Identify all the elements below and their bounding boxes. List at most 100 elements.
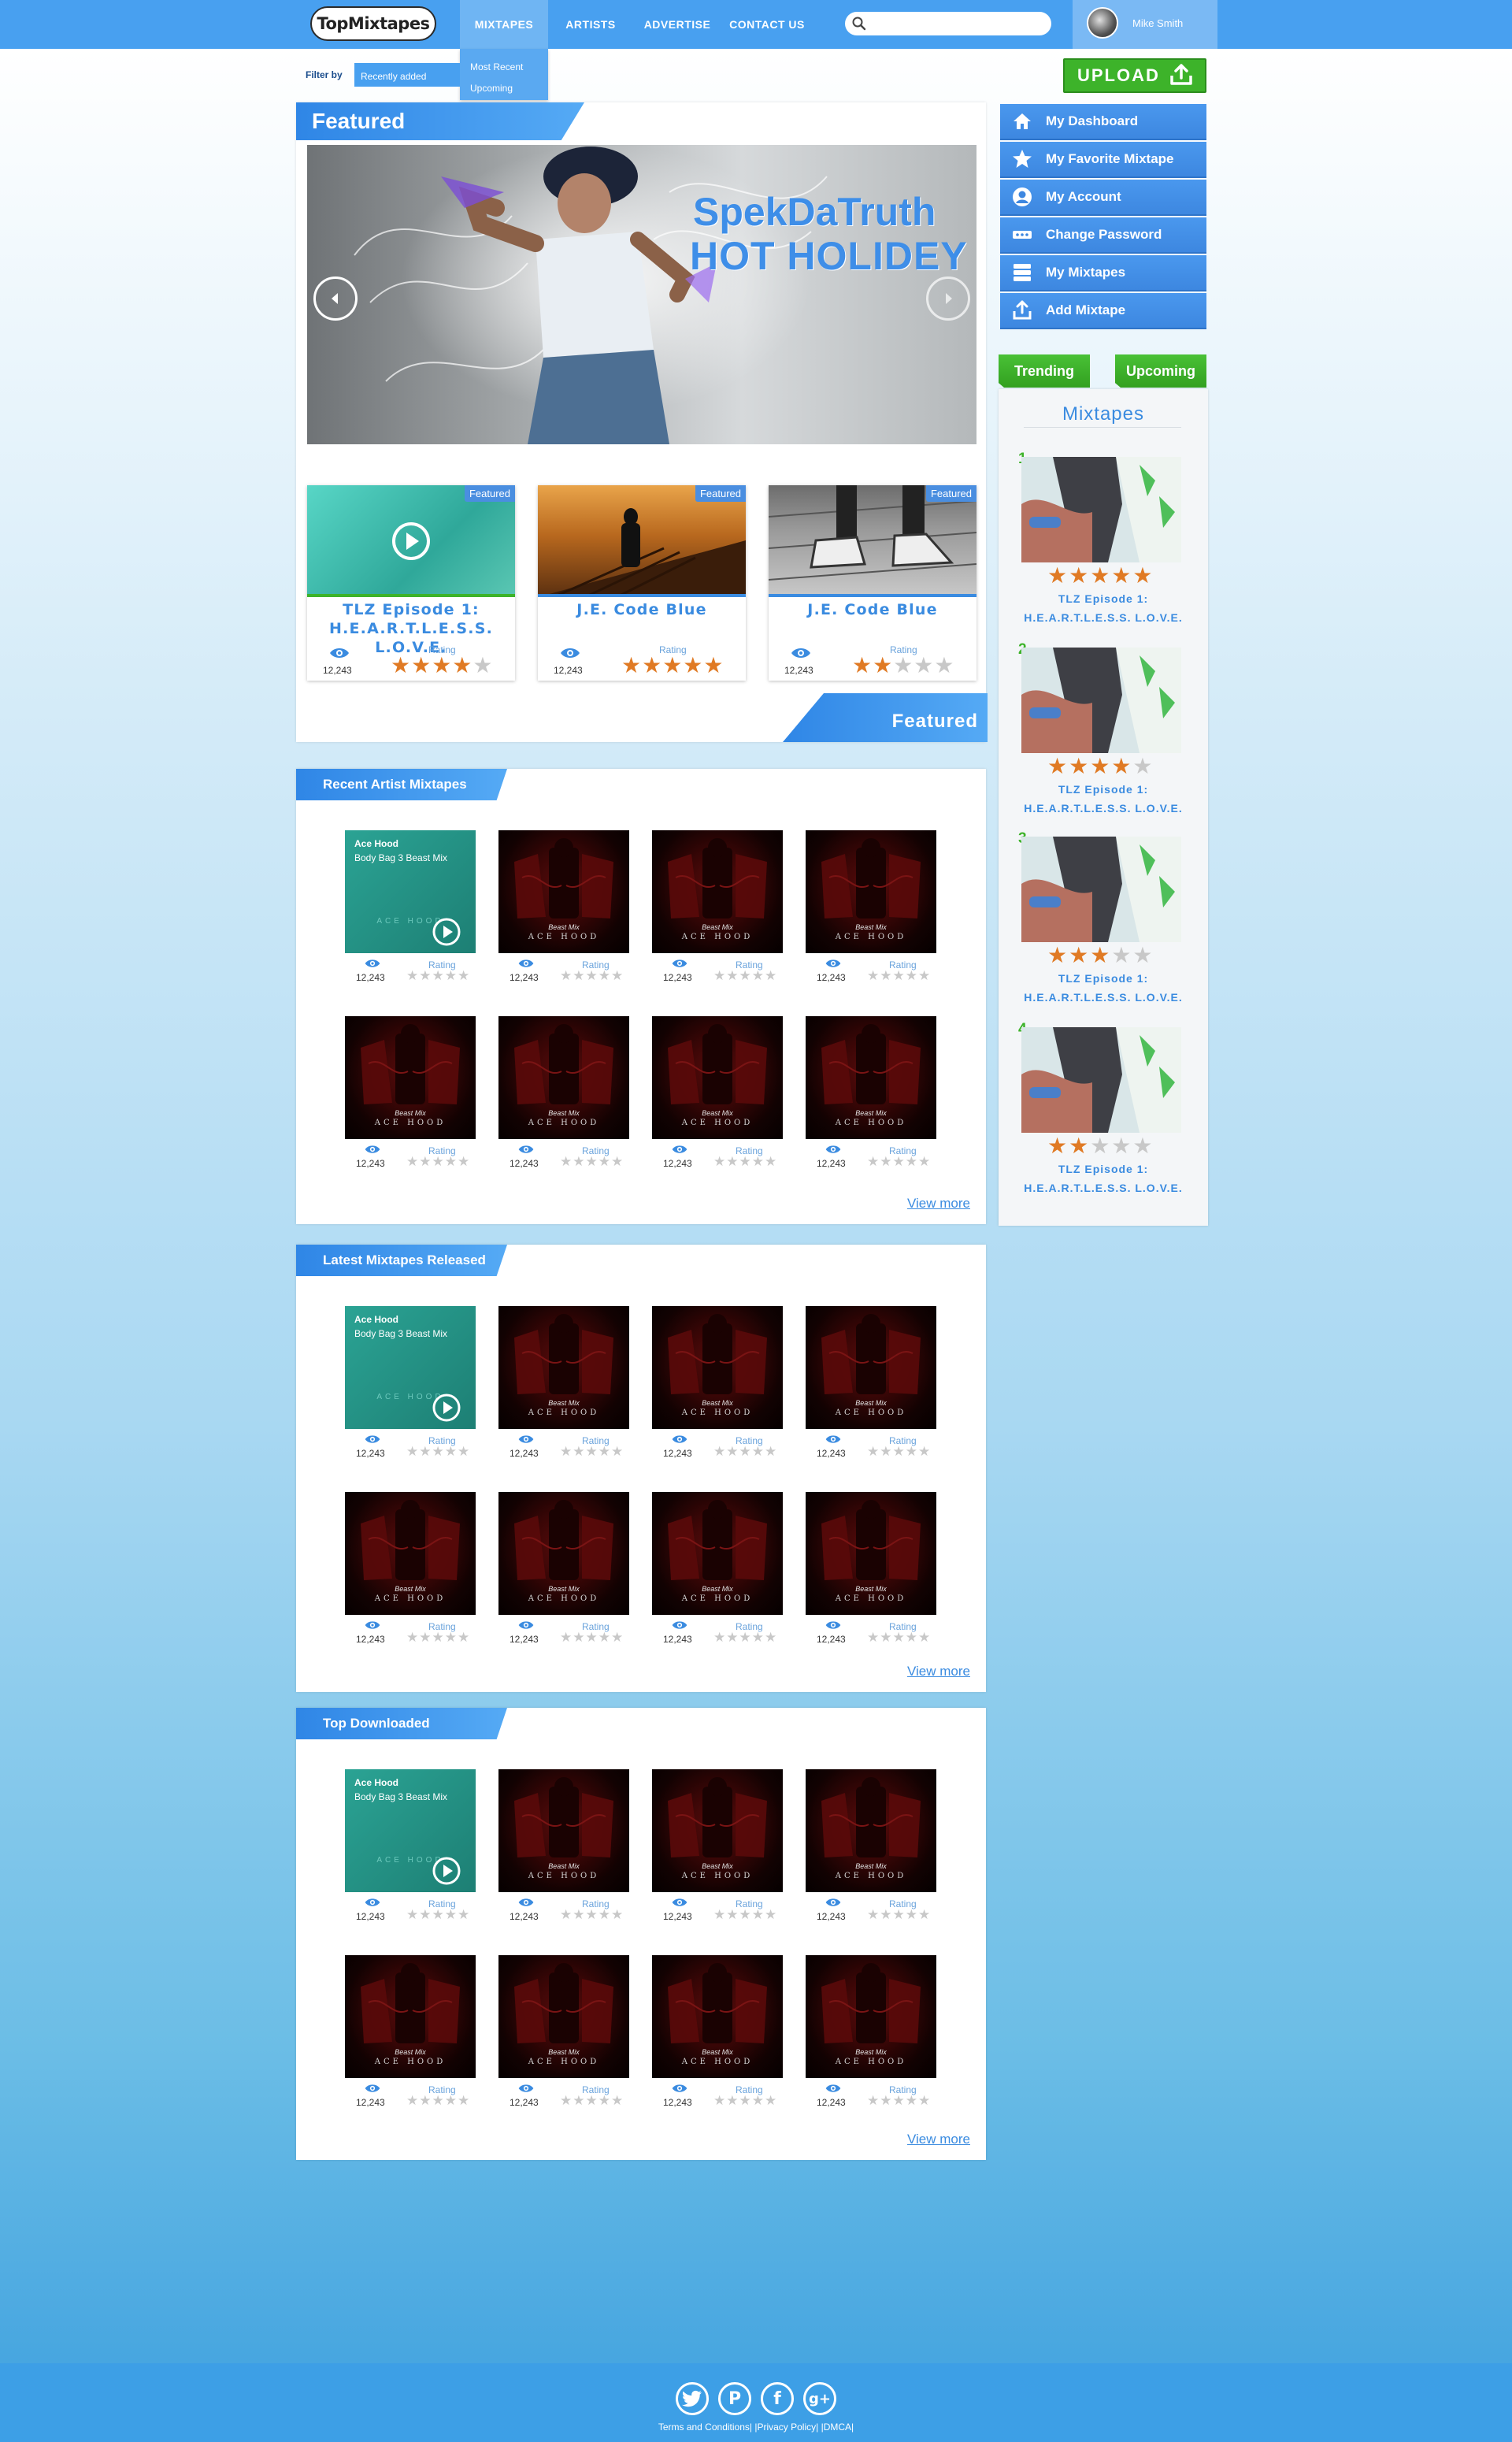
mixtape-tile[interactable]: Ace Hood Body Bag 3 Beast Mix ACE HOOD bbox=[345, 1306, 476, 1429]
mixtape-cover[interactable]: Beast Mix ACE HOOD bbox=[345, 1016, 476, 1139]
mixtape-cover[interactable]: Beast Mix ACE HOOD bbox=[806, 830, 936, 953]
mixtape-tile[interactable]: Beast Mix ACE HOOD bbox=[652, 1306, 783, 1429]
mixtape-tile[interactable]: Beast Mix ACE HOOD bbox=[498, 1955, 629, 2078]
mixtape-tile[interactable]: Ace Hood Body Bag 3 Beast Mix ACE HOOD bbox=[345, 830, 476, 953]
star-rating[interactable]: ★★★★★ bbox=[621, 654, 724, 677]
mixtape-cover[interactable]: Beast Mix ACE HOOD bbox=[498, 1492, 629, 1615]
ranked-mixtape-title-line2[interactable]: H.E.A.R.T.L.E.S.S. L.O.V.E. bbox=[999, 799, 1208, 818]
star-rating[interactable]: ★★★★★ bbox=[560, 1155, 624, 1169]
banner-next-button[interactable] bbox=[926, 276, 970, 321]
mixtape-tile[interactable]: Beast Mix ACE HOOD bbox=[498, 1769, 629, 1892]
mixtape-cover[interactable]: Beast Mix ACE HOOD bbox=[806, 1955, 936, 2078]
star-rating[interactable]: ★★★★★ bbox=[406, 969, 470, 983]
card-title-line1[interactable]: J.E. Code Blue bbox=[538, 600, 746, 619]
avatar[interactable] bbox=[1087, 7, 1118, 39]
view-more-link[interactable]: View more bbox=[907, 2132, 970, 2147]
mixtape-cover[interactable]: Beast Mix ACE HOOD bbox=[806, 1016, 936, 1139]
star-rating[interactable]: ★★★★★ bbox=[867, 1445, 931, 1459]
star-rating[interactable]: ★★★★★ bbox=[867, 1908, 931, 1922]
mixtape-cover[interactable]: Beast Mix ACE HOOD bbox=[652, 1306, 783, 1429]
footer-links[interactable]: Terms and Conditions| |Privacy Policy| |… bbox=[0, 2422, 1512, 2433]
ranked-mixtape-title-line1[interactable]: TLZ Episode 1: bbox=[999, 969, 1208, 988]
mixtape-tile[interactable]: Beast Mix ACE HOOD bbox=[806, 830, 936, 953]
star-rating[interactable]: ★★★★★ bbox=[867, 2094, 931, 2108]
mixtape-cover[interactable]: Beast Mix ACE HOOD bbox=[806, 1306, 936, 1429]
mixtape-cover[interactable]: Beast Mix ACE HOOD bbox=[652, 1955, 783, 2078]
banner-prev-button[interactable] bbox=[313, 276, 358, 321]
mixtape-cover[interactable]: Beast Mix ACE HOOD bbox=[652, 1769, 783, 1892]
mixtape-tile[interactable]: Beast Mix ACE HOOD bbox=[806, 1492, 936, 1615]
star-rating[interactable]: ★★★★★ bbox=[406, 1631, 470, 1645]
ranked-mixtape-title-line2[interactable]: H.E.A.R.T.L.E.S.S. L.O.V.E. bbox=[999, 1178, 1208, 1197]
ranked-mixtape-title-line2[interactable]: H.E.A.R.T.L.E.S.S. L.O.V.E. bbox=[999, 988, 1208, 1007]
mixtape-tile[interactable]: Beast Mix ACE HOOD bbox=[652, 830, 783, 953]
ranked-mixtape-title-line2[interactable]: H.E.A.R.T.L.E.S.S. L.O.V.E. bbox=[999, 608, 1208, 627]
star-rating[interactable]: ★★★★★ bbox=[1047, 1134, 1154, 1158]
mixtape-tile[interactable]: Beast Mix ACE HOOD bbox=[345, 1955, 476, 2078]
star-rating[interactable]: ★★★★★ bbox=[406, 1445, 470, 1459]
ranked-mixtape-thumbnail[interactable] bbox=[1021, 457, 1181, 562]
mixtape-tile[interactable]: Beast Mix ACE HOOD bbox=[652, 1769, 783, 1892]
featured-card[interactable]: Featured J.E. Code Blue 12,243 Rating ★★… bbox=[769, 485, 976, 681]
google-plus-icon[interactable]: g+ bbox=[803, 2382, 836, 2415]
play-icon[interactable] bbox=[432, 1856, 461, 1886]
mixtape-cover[interactable]: Beast Mix ACE HOOD bbox=[652, 1492, 783, 1615]
star-rating[interactable]: ★★★★★ bbox=[1047, 755, 1154, 778]
mixtape-tile[interactable]: Beast Mix ACE HOOD bbox=[652, 1492, 783, 1615]
filter-select[interactable]: Recently added bbox=[354, 63, 460, 87]
mixtape-cover[interactable]: Beast Mix ACE HOOD bbox=[345, 1492, 476, 1615]
featured-card[interactable]: Featured TLZ Episode 1: H.E.A.R.T.L.E.S.… bbox=[307, 485, 515, 681]
facebook-icon[interactable]: f bbox=[761, 2382, 794, 2415]
star-rating[interactable]: ★★★★★ bbox=[867, 1631, 931, 1645]
mixtape-cover[interactable]: Beast Mix ACE HOOD bbox=[498, 1306, 629, 1429]
user-name[interactable]: Mike Smith bbox=[1132, 17, 1183, 29]
tab-trending[interactable]: Trending bbox=[999, 354, 1090, 388]
nav-mixtapes[interactable]: MIXTAPES bbox=[460, 0, 548, 49]
star-rating[interactable]: ★★★★★ bbox=[406, 1155, 470, 1169]
mixtape-tile[interactable]: Ace Hood Body Bag 3 Beast Mix ACE HOOD bbox=[345, 1769, 476, 1892]
mixtape-cover[interactable]: Beast Mix ACE HOOD bbox=[345, 1955, 476, 2078]
mixtape-cover[interactable]: Beast Mix ACE HOOD bbox=[498, 1016, 629, 1139]
mixtape-tile[interactable]: Beast Mix ACE HOOD bbox=[806, 1955, 936, 2078]
search-icon[interactable] bbox=[851, 16, 867, 32]
star-rating[interactable]: ★★★★★ bbox=[867, 1155, 931, 1169]
ranked-mixtape-thumbnail[interactable] bbox=[1021, 648, 1181, 753]
card-thumbnail[interactable]: Featured bbox=[769, 485, 976, 597]
star-rating[interactable]: ★★★★★ bbox=[560, 1445, 624, 1459]
star-rating[interactable]: ★★★★★ bbox=[867, 969, 931, 983]
mixtape-tile[interactable]: Beast Mix ACE HOOD bbox=[498, 1306, 629, 1429]
nav-advertise[interactable]: ADVERTISE bbox=[635, 0, 720, 49]
star-rating[interactable]: ★★★★★ bbox=[391, 654, 494, 677]
mixtape-cover[interactable]: Beast Mix ACE HOOD bbox=[806, 1492, 936, 1615]
star-rating[interactable]: ★★★★★ bbox=[560, 1908, 624, 1922]
mixtape-tile[interactable]: Beast Mix ACE HOOD bbox=[806, 1016, 936, 1139]
ranked-mixtape-title-line1[interactable]: TLZ Episode 1: bbox=[999, 780, 1208, 799]
mixtape-tile[interactable]: Beast Mix ACE HOOD bbox=[652, 1955, 783, 2078]
play-icon[interactable] bbox=[432, 1393, 461, 1423]
star-rating[interactable]: ★★★★★ bbox=[713, 1445, 777, 1459]
nav-contact-us[interactable]: CONTACT US bbox=[723, 0, 811, 49]
star-rating[interactable]: ★★★★★ bbox=[1047, 944, 1154, 967]
card-thumbnail[interactable]: Featured bbox=[538, 485, 746, 597]
mixtape-cover[interactable]: Beast Mix ACE HOOD bbox=[652, 830, 783, 953]
star-rating[interactable]: ★★★★★ bbox=[560, 969, 624, 983]
mixtape-tile[interactable]: Beast Mix ACE HOOD bbox=[806, 1769, 936, 1892]
ranked-mixtape-title-line1[interactable]: TLZ Episode 1: bbox=[999, 1160, 1208, 1178]
mixtape-tile[interactable]: Beast Mix ACE HOOD bbox=[345, 1016, 476, 1139]
mixtape-cover[interactable]: Beast Mix ACE HOOD bbox=[498, 1955, 629, 2078]
play-icon[interactable] bbox=[307, 485, 515, 597]
nav-artists[interactable]: ARTISTS bbox=[551, 0, 630, 49]
star-rating[interactable]: ★★★★★ bbox=[560, 2094, 624, 2108]
dropdown-item-upcoming[interactable]: Upcoming bbox=[470, 83, 513, 94]
site-logo[interactable]: TopMixtapes bbox=[310, 6, 436, 41]
card-title-line1[interactable]: J.E. Code Blue bbox=[769, 600, 976, 619]
tab-upcoming[interactable]: Upcoming bbox=[1115, 354, 1206, 388]
ranked-mixtape-thumbnail[interactable] bbox=[1021, 837, 1181, 942]
mixtape-cover[interactable]: Beast Mix ACE HOOD bbox=[806, 1769, 936, 1892]
mixtape-tile[interactable]: Beast Mix ACE HOOD bbox=[498, 1492, 629, 1615]
mixtape-tile[interactable]: Beast Mix ACE HOOD bbox=[498, 1016, 629, 1139]
mixtape-cover[interactable]: Ace Hood Body Bag 3 Beast Mix ACE HOOD bbox=[345, 830, 476, 953]
mixtape-cover[interactable]: Beast Mix ACE HOOD bbox=[498, 1769, 629, 1892]
dropdown-item-most-recent[interactable]: Most Recent bbox=[470, 61, 523, 72]
mixtape-cover[interactable]: Beast Mix ACE HOOD bbox=[652, 1016, 783, 1139]
